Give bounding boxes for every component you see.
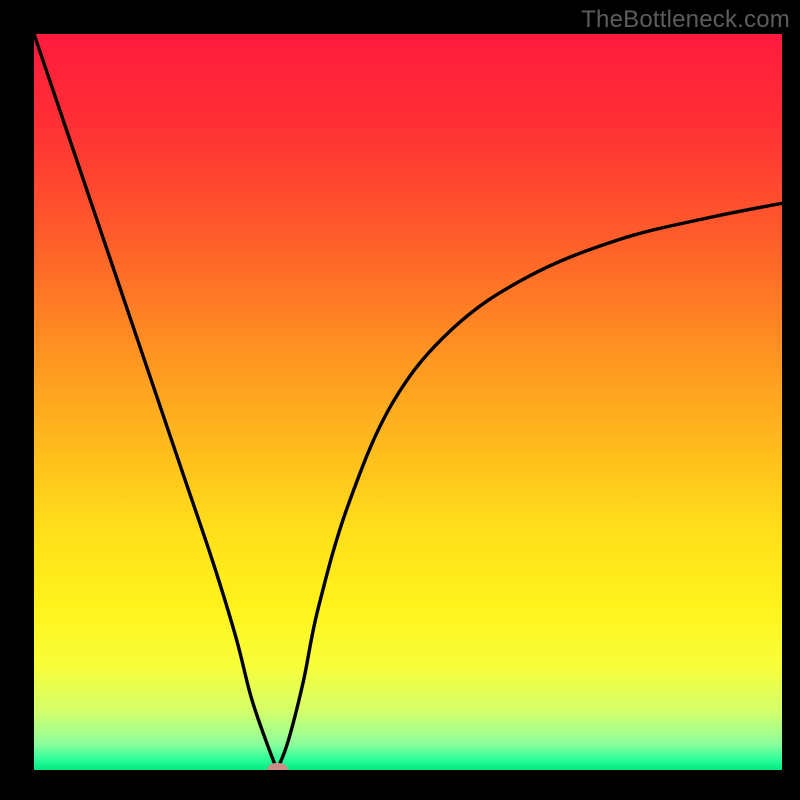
plot-area <box>34 34 782 770</box>
watermark-text: TheBottleneck.com <box>581 6 790 34</box>
optimum-marker <box>267 763 288 770</box>
chart-frame: TheBottleneck.com <box>0 0 800 800</box>
bottleneck-chart <box>34 34 782 770</box>
gradient-background <box>34 34 782 770</box>
